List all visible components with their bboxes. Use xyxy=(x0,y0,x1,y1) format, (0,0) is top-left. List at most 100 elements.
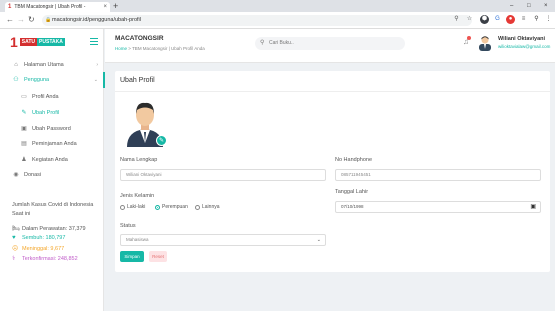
extension-red-icon[interactable]: ● xyxy=(506,15,515,24)
sidebar-item-label: Kegiatan Anda xyxy=(32,156,68,163)
radio-circle[interactable] xyxy=(120,204,125,210)
sidebar-item-label: Ubah Profil xyxy=(32,109,60,116)
new-tab-button[interactable]: + xyxy=(113,1,118,11)
deaths-icon: ☹ xyxy=(12,246,19,252)
status-value: Mahasiswa xyxy=(126,237,149,242)
radio-circle-selected[interactable] xyxy=(155,204,160,210)
minimize-button[interactable]: – xyxy=(510,0,513,12)
key-icon: ▣ xyxy=(21,126,27,132)
menu-list-icon[interactable]: ≡ xyxy=(519,15,528,24)
browser-menu-icon[interactable]: ⋮ xyxy=(544,15,553,24)
dob-field[interactable]: 07/10/1998 ▣ xyxy=(335,201,541,213)
gender-option-label: Laki-laki xyxy=(127,204,146,210)
gender-option-label: Perempuan xyxy=(162,204,188,210)
browser-tab-bar: 1 TBM Macatongsir | Ubah Profil - × + – … xyxy=(0,0,555,12)
covid-total-text: Terkonfirmasi: 248,852 xyxy=(22,255,78,262)
forward-icon[interactable]: → xyxy=(17,15,25,25)
edit-photo-icon[interactable]: ✎ xyxy=(156,135,167,146)
sidebar-item-kegiatan[interactable]: ♟ Kegiatan Anda xyxy=(20,156,68,164)
person-walk-icon: ♟ xyxy=(21,157,27,163)
sidebar: 1 SATU PUSTAKA ⌂ Halaman Utama › ⚇ Pengg… xyxy=(0,29,104,311)
search-input[interactable]: ⚲ Cari Buku.. xyxy=(255,37,405,50)
star-icon[interactable]: ☆ xyxy=(465,15,474,24)
gender-label: Jenis Kelamin xyxy=(120,193,155,199)
gender-radio-lainnya[interactable]: Lainnya xyxy=(195,204,220,210)
chevron-down-icon: ⌄ xyxy=(93,76,98,83)
phone-label: No Handphone xyxy=(335,157,373,163)
calendar-icon[interactable]: ▣ xyxy=(530,202,536,212)
sidebar-item-ubah-profil[interactable]: ✎ Ubah Profil xyxy=(20,109,60,117)
sidebar-item-label: Halaman Utama xyxy=(24,62,64,68)
covid-deaths: ☹ Meninggal: 9,677 xyxy=(12,245,65,253)
sidebar-item-label: Peminjaman Anda xyxy=(32,140,77,147)
extension-translate-icon[interactable]: G xyxy=(493,15,502,24)
notification-bell-icon[interactable]: ♫ xyxy=(463,36,471,46)
favicon-icon: 1 xyxy=(8,4,12,10)
sidebar-item-profil-anda[interactable]: ▭ Profil Anda xyxy=(20,93,59,101)
logo[interactable]: 1 SATU PUSTAKA xyxy=(10,35,65,49)
zoom-icon[interactable]: ⚲ xyxy=(452,15,461,24)
reset-button[interactable]: Reset xyxy=(149,251,167,262)
browser-toolbar: ← → ↻ 🔒 macatongsir.id/pengguna/ubah-pro… xyxy=(0,12,555,29)
save-button[interactable]: Simpan xyxy=(120,251,144,262)
chevron-right-icon: › xyxy=(96,62,98,68)
users-icon: ⚇ xyxy=(13,77,19,83)
logo-satu: SATU xyxy=(19,38,38,46)
logo-pustaka: PUSTAKA xyxy=(37,38,65,46)
gender-radio-perempuan[interactable]: Perempuan xyxy=(155,204,188,210)
home-icon: ⌂ xyxy=(14,62,18,68)
divider xyxy=(115,91,550,92)
search-placeholder: Cari Buku.. xyxy=(269,40,294,46)
book-icon: ▤ xyxy=(21,141,27,147)
user-email: wilioktavialaw@gmail.com xyxy=(498,44,551,49)
breadcrumb: Home > TBM Macatongsir | Ubah Profil And… xyxy=(115,46,205,51)
name-label: Nama Lengkap xyxy=(120,157,158,163)
phone-field[interactable]: 085711945451 xyxy=(335,169,541,181)
tab-title: TBM Macatongsir | Ubah Profil - xyxy=(14,4,86,10)
covid-recovered-text: Sembuh: 180,797 xyxy=(22,235,66,241)
lock-icon: 🔒 xyxy=(45,17,52,23)
hamburger-menu-icon[interactable] xyxy=(90,38,98,47)
name-value: Wiliani Oktaviyani xyxy=(126,172,162,177)
confirmed-icon: ⚕ xyxy=(12,256,16,262)
sidebar-item-ubah-password[interactable]: ▣ Ubah Password xyxy=(20,125,71,133)
user-name[interactable]: Wiliani Oktaviyani xyxy=(498,36,545,42)
search-icon: ⚲ xyxy=(260,40,265,46)
chevron-down-icon: ⌄ xyxy=(316,237,321,243)
recovered-icon: ♥ xyxy=(12,235,16,241)
window-close-button[interactable]: × xyxy=(544,0,548,12)
covid-total: ⚕ Terkonfirmasi: 248,852 xyxy=(12,255,78,263)
edit-icon: ✎ xyxy=(21,110,27,116)
back-icon[interactable]: ← xyxy=(6,15,14,25)
gender-radio-laki[interactable]: Laki-laki xyxy=(120,204,145,210)
sidebar-item-peminjaman[interactable]: ▤ Peminjaman Anda xyxy=(20,140,77,148)
sidebar-item-pengguna[interactable]: ⚇ Pengguna ⌄ xyxy=(12,76,98,84)
id-card-icon: ▭ xyxy=(21,94,27,100)
covid-treated: 🛏 Dalam Perawatan: 37,379 xyxy=(12,225,86,233)
browser-tab[interactable]: 1 TBM Macatongsir | Ubah Profil - × xyxy=(5,2,110,12)
breadcrumb-home[interactable]: Home xyxy=(115,46,127,51)
donate-icon: ◉ xyxy=(13,172,19,178)
sidebar-item-label: Pengguna xyxy=(24,76,50,83)
dob-label: Tanggal Lahir xyxy=(335,189,369,195)
puzzle-icon[interactable]: ⚲ xyxy=(532,15,541,24)
sidebar-item-label: Profil Anda xyxy=(32,93,59,100)
sidebar-item-label: Ubah Password xyxy=(32,125,71,132)
covid-recovered: ♥ Sembuh: 180,797 xyxy=(12,235,65,241)
name-field[interactable]: Wiliani Oktaviyani xyxy=(120,169,326,181)
reload-icon[interactable]: ↻ xyxy=(28,15,35,25)
maximize-button[interactable]: □ xyxy=(527,0,531,12)
page-title: MACATONGSIR xyxy=(115,35,164,42)
tab-close-icon[interactable]: × xyxy=(103,4,107,10)
extension-icon[interactable]: ⬢ xyxy=(480,15,489,24)
status-label: Status xyxy=(120,223,136,229)
covid-title: Jumlah Kasus Covid di Indonesia Saat ini xyxy=(12,202,94,217)
gender-option-label: Lainnya xyxy=(202,204,220,210)
sidebar-item-home[interactable]: ⌂ Halaman Utama › xyxy=(12,62,98,68)
covid-deaths-text: Meninggal: 9,677 xyxy=(22,245,65,252)
sidebar-item-donasi[interactable]: ◉ Donasi xyxy=(12,171,98,179)
address-bar[interactable]: 🔒 macatongsir.id/pengguna/ubah-profil xyxy=(42,15,472,26)
avatar[interactable] xyxy=(478,35,492,51)
radio-circle[interactable] xyxy=(195,204,200,210)
status-select[interactable]: Mahasiswa ⌄ xyxy=(120,234,326,246)
